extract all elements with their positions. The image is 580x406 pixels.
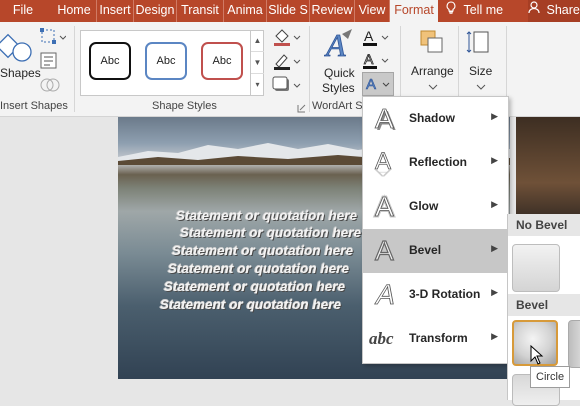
- shape-style-black[interactable]: Abc: [89, 42, 131, 80]
- text-box-icon[interactable]: [40, 52, 66, 70]
- text-effects-menu: AA Shadow ▶ AA Reflection ▶ AA Glow ▶ A …: [362, 96, 509, 364]
- svg-text:A: A: [375, 103, 394, 134]
- merge-shapes-icon[interactable]: [40, 76, 66, 94]
- quick-styles-label-1[interactable]: Quick: [324, 66, 355, 80]
- text-outline-icon[interactable]: A: [362, 51, 392, 71]
- svg-text:A: A: [324, 28, 346, 62]
- shape-styles-group-label: Shape Styles: [152, 100, 217, 112]
- quote-line[interactable]: Statement or quotation here: [164, 279, 345, 294]
- arrange-label[interactable]: Arrange: [411, 64, 454, 78]
- arrange-chevron-icon[interactable]: [428, 80, 438, 90]
- menu-item-bevel[interactable]: A Bevel ▶: [363, 229, 508, 273]
- glow-effect-icon: AA: [371, 190, 401, 224]
- size-label[interactable]: Size: [469, 64, 492, 78]
- reflection-effect-icon: AA: [371, 147, 401, 180]
- shapes-label[interactable]: Shapes: [0, 66, 41, 80]
- submenu-arrow-icon: ▶: [491, 243, 498, 253]
- submenu-arrow-icon: ▶: [491, 111, 498, 121]
- menu-item-label: 3-D Rotation: [409, 287, 481, 301]
- arrange-icon[interactable]: [418, 28, 446, 56]
- bevel-effect-icon: A: [371, 234, 401, 267]
- shadow-effect-icon: AA: [371, 103, 401, 136]
- svg-text:A: A: [373, 279, 399, 310]
- adjacent-slide-image: [516, 117, 580, 227]
- menu-item-label: Shadow: [409, 111, 456, 125]
- shape-styles-gallery: Abc Abc Abc: [80, 30, 264, 96]
- tooltip: Circle: [530, 366, 571, 388]
- tab-view[interactable]: View: [355, 0, 390, 22]
- share-button[interactable]: Share: [528, 0, 580, 22]
- svg-text:A: A: [364, 51, 374, 67]
- shapes-icon[interactable]: [0, 28, 34, 68]
- no-bevel-header: No Bevel: [508, 214, 580, 236]
- no-bevel-option[interactable]: [512, 244, 560, 292]
- tell-me-box[interactable]: Tell me: [446, 0, 516, 22]
- submenu-arrow-icon: ▶: [491, 199, 498, 209]
- svg-text:A: A: [375, 168, 392, 179]
- menu-item-transform[interactable]: abc Transform ▶: [363, 317, 508, 361]
- tab-transitions[interactable]: Transit: [177, 0, 224, 22]
- menu-item-label: Transform: [409, 331, 468, 345]
- quote-line[interactable]: Statement or quotation here: [168, 261, 349, 276]
- size-icon[interactable]: [466, 28, 494, 56]
- tab-format[interactable]: Format: [390, 0, 438, 22]
- text-fill-icon[interactable]: A: [362, 28, 392, 48]
- bevel-header: Bevel: [508, 294, 580, 316]
- menu-item-label: Bevel: [409, 243, 442, 257]
- tab-home[interactable]: Home: [52, 0, 97, 22]
- transform-effect-icon: abc: [369, 329, 394, 348]
- shape-outline-icon[interactable]: [272, 52, 302, 70]
- svg-text:A: A: [366, 76, 376, 93]
- menu-item-reflection[interactable]: AA Reflection ▶: [363, 141, 508, 185]
- quote-line[interactable]: Statement or quotation here: [172, 243, 353, 258]
- share-label: Share: [546, 3, 580, 17]
- quote-line[interactable]: Statement or quotation here: [176, 208, 357, 223]
- menu-item-label: Glow: [409, 199, 439, 213]
- quick-styles-icon[interactable]: A: [324, 27, 354, 63]
- svg-text:A: A: [364, 28, 374, 44]
- bevel-relaxed-inset-option[interactable]: [568, 320, 580, 368]
- shape-style-blue[interactable]: Abc: [145, 42, 187, 80]
- shape-effects-icon[interactable]: [272, 76, 302, 94]
- svg-text:A: A: [375, 191, 394, 222]
- menu-item-3d-rotation[interactable]: A 3-D Rotation ▶: [363, 273, 508, 317]
- tab-animations[interactable]: Anima: [224, 0, 267, 22]
- menu-item-shadow[interactable]: AA Shadow ▶: [363, 97, 508, 141]
- person-icon: [528, 0, 540, 20]
- menu-item-glow[interactable]: AA Glow ▶: [363, 185, 508, 229]
- svg-text:A: A: [375, 235, 394, 266]
- tab-design[interactable]: Design: [134, 0, 177, 22]
- tab-slide-show[interactable]: Slide S: [267, 0, 310, 22]
- gallery-scroll[interactable]: ▲ ▼ ▾: [250, 30, 264, 95]
- insert-shapes-group-label: Insert Shapes: [0, 100, 68, 112]
- group-divider: [309, 26, 310, 112]
- gallery-up-icon[interactable]: ▲: [251, 30, 264, 52]
- quote-line[interactable]: Statement or quotation here: [160, 297, 341, 312]
- submenu-arrow-icon: ▶: [491, 287, 498, 297]
- text-effects-icon[interactable]: A: [362, 72, 394, 96]
- group-divider: [74, 26, 75, 112]
- quote-line[interactable]: Statement or quotation here: [180, 225, 361, 240]
- lightbulb-icon: [446, 0, 456, 20]
- dialog-launcher-icon[interactable]: [297, 102, 306, 113]
- shape-fill-icon[interactable]: [272, 28, 302, 46]
- gallery-more-icon[interactable]: ▾: [251, 74, 264, 95]
- submenu-arrow-icon: ▶: [491, 331, 498, 341]
- gallery-down-icon[interactable]: ▼: [251, 52, 264, 74]
- quick-styles-label-2[interactable]: Styles: [322, 81, 355, 95]
- tab-insert[interactable]: Insert: [97, 0, 134, 22]
- shape-style-red[interactable]: Abc: [201, 42, 243, 80]
- 3d-rotation-effect-icon: A: [371, 278, 401, 311]
- menu-item-label: Reflection: [409, 155, 468, 169]
- tab-file[interactable]: File: [0, 0, 46, 22]
- size-chevron-icon[interactable]: [476, 80, 486, 90]
- tell-me-label: Tell me: [463, 3, 504, 17]
- edit-shape-icon[interactable]: [40, 28, 67, 46]
- wordart-styles-group-label: WordArt S: [312, 100, 363, 112]
- tab-review[interactable]: Review: [310, 0, 355, 22]
- submenu-arrow-icon: ▶: [491, 155, 498, 165]
- mouse-pointer-icon: [530, 345, 544, 365]
- ribbon-tab-bar: File Home Insert Design Transit Anima Sl…: [0, 0, 580, 22]
